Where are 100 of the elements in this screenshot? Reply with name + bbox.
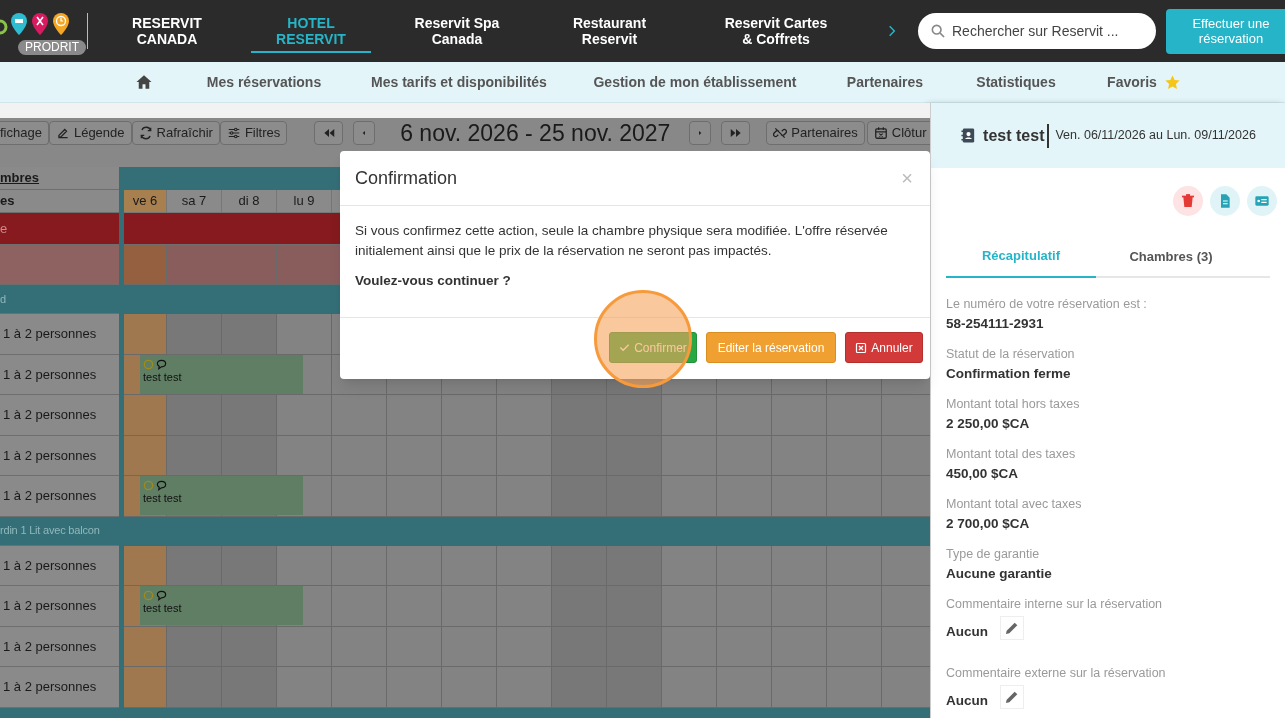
nav-tab[interactable]: RESERVIT CANADA <box>106 15 228 47</box>
grid-cell <box>717 626 772 667</box>
menu-link[interactable]: Statistiques <box>976 71 1056 93</box>
speech-bubble-icon <box>156 590 167 601</box>
menu-link[interactable]: Mes réservations <box>206 71 322 93</box>
grid-cell <box>717 435 772 476</box>
grid-cell <box>772 435 827 476</box>
field-value: Confirmation ferme <box>946 365 1071 382</box>
grid-cell <box>882 435 930 476</box>
menu-link[interactable]: Partenaires <box>846 71 924 93</box>
booking-bar[interactable]: test test <box>140 354 303 394</box>
pencil-icon <box>1004 620 1020 636</box>
grid-cell <box>222 245 277 285</box>
toolbar-button[interactable]: Rafraîchir <box>131 121 220 145</box>
grid-cell <box>772 586 827 627</box>
grid-cell <box>387 435 442 476</box>
grid-cell <box>332 395 387 436</box>
nav-tab[interactable]: Reservit Cartes & Coffrets <box>715 15 837 47</box>
grid-cell <box>827 545 882 586</box>
grid-cell <box>552 667 607 708</box>
nav-tab[interactable]: Restaurant Reservit <box>548 15 671 47</box>
toolbar-button[interactable]: Partenaires <box>766 121 865 145</box>
menu-link[interactable]: Mes tarifs et disponibilités <box>371 71 547 93</box>
row-label: 1 à 2 personnes <box>2 365 97 384</box>
grid-cell <box>882 395 930 436</box>
grid-cell <box>717 667 772 708</box>
stay-dates: Ven. 06/11/2026 au Lun. 09/11/2026 <box>1055 127 1256 145</box>
menu-link[interactable]: Gestion de mon établissement <box>593 71 797 93</box>
first-page-button[interactable] <box>314 121 344 145</box>
grid-cell <box>827 667 882 708</box>
grid-cell <box>442 586 497 627</box>
booking-label: test test <box>143 491 183 505</box>
nav-tab[interactable]: Reservit Spa Canada <box>396 15 518 47</box>
grid-cell <box>167 545 222 586</box>
grid-cell <box>772 626 827 667</box>
grid-cell <box>882 586 930 627</box>
card-button[interactable] <box>1247 186 1277 216</box>
grid-cell <box>827 435 882 476</box>
grid-cell <box>387 667 442 708</box>
grid-cell <box>167 314 222 355</box>
booking-label: test test <box>143 369 183 384</box>
cancel-button[interactable]: Annuler <box>845 332 923 363</box>
grid-cell <box>552 395 607 436</box>
grid-cell <box>662 435 717 476</box>
pencil-icon <box>1004 689 1020 705</box>
booking-bar[interactable]: test test <box>140 476 303 515</box>
grid-cell <box>662 476 717 517</box>
field-value: 58-254111-2931 <box>946 315 1044 332</box>
grid-cell <box>662 667 717 708</box>
grid-cell <box>442 476 497 517</box>
delete-button[interactable] <box>1173 186 1203 216</box>
toolbar-button[interactable]: fichage <box>0 121 49 145</box>
day-header: sa 7 <box>167 190 222 213</box>
grid-cell <box>662 586 717 627</box>
grid-cell <box>277 395 332 436</box>
toolbar-button[interactable]: Filtres <box>219 121 288 145</box>
toolbar-button[interactable]: Légende <box>48 121 132 145</box>
grid-cell <box>442 667 497 708</box>
environment-badge: PRODRIT <box>18 40 86 55</box>
circle-icon <box>143 590 154 601</box>
edit-button[interactable] <box>1000 685 1024 709</box>
grid-cell <box>442 395 497 436</box>
last-page-button[interactable] <box>721 121 751 145</box>
grid-cell <box>497 586 552 627</box>
grid-cell <box>882 476 930 517</box>
grid-cell <box>167 667 222 708</box>
panel-tab[interactable]: Récapitulatif <box>946 236 1096 278</box>
edit-button[interactable] <box>1000 616 1024 640</box>
field-label: Commentaire externe sur la réservation <box>946 665 1167 681</box>
grid-cell <box>124 435 167 476</box>
refresh-icon <box>138 126 153 140</box>
search-field[interactable]: Rechercher sur Reservit ... <box>918 13 1156 49</box>
booking-bar[interactable]: test test <box>140 586 303 625</box>
grid-cell <box>167 626 222 667</box>
grid-cell <box>387 626 442 667</box>
dialog-question: Voulez-vous continuer ? <box>355 272 512 290</box>
calendar-icon <box>873 126 888 140</box>
grid-cell <box>717 476 772 517</box>
close-square-icon <box>855 341 868 354</box>
grid-cell <box>222 626 277 667</box>
booking-label: test test <box>143 601 183 615</box>
field-value: Aucun <box>946 692 988 709</box>
day-header: ve 6 <box>124 190 167 213</box>
field-label: Type de garantie <box>946 546 1041 562</box>
make-reservation-button[interactable]: Effectuer une réservation <box>1166 8 1285 54</box>
grid-cell <box>277 667 332 708</box>
row-label: 1 à 2 personnes <box>2 556 97 575</box>
nav-tab[interactable]: HOTEL RESERVIT <box>251 15 371 53</box>
grid-cell <box>124 626 167 667</box>
edit-icon <box>55 126 70 140</box>
grid-cell <box>552 586 607 627</box>
document-button[interactable] <box>1210 186 1240 216</box>
home-icon <box>135 73 153 91</box>
toolbar-button[interactable]: Clôtur <box>866 121 930 145</box>
grid-cell <box>497 626 552 667</box>
grid-cell <box>552 435 607 476</box>
grid-cell <box>607 626 662 667</box>
menu-link[interactable]: Favoris <box>1107 71 1157 93</box>
field-label: Montant total des taxes <box>946 446 1077 462</box>
panel-tab[interactable]: Chambres (3) <box>1096 236 1246 278</box>
